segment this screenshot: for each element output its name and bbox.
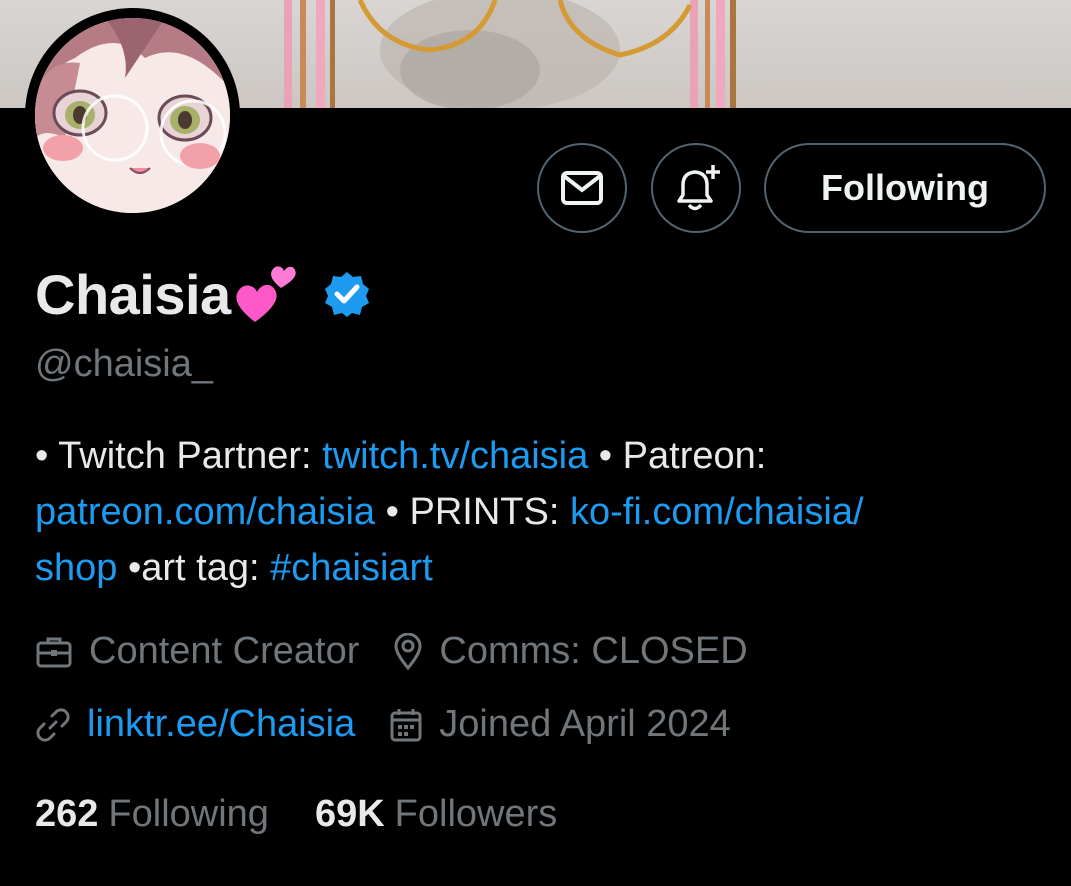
display-name-row: Chaisia	[35, 258, 371, 330]
calendar-icon	[390, 708, 422, 741]
bio-text: •art tag:	[117, 547, 271, 589]
bio-text: • Patreon:	[588, 435, 767, 477]
two-hearts-emoji	[233, 262, 305, 326]
link-icon	[36, 707, 70, 742]
art-hashtag-link[interactable]: #chaisiart	[270, 547, 433, 589]
website-item: linktr.ee/Chaisia	[35, 703, 355, 746]
profile-meta-row: linktr.ee/Chaisia Joined April 2024	[35, 703, 765, 746]
bio: • Twitch Partner: twitch.tv/chaisia • Pa…	[35, 428, 1035, 596]
message-button[interactable]	[537, 143, 627, 233]
verified-badge-icon[interactable]	[323, 270, 371, 318]
category-text: Content Creator	[89, 630, 360, 672]
bell-plus-icon	[677, 165, 720, 211]
envelope-icon	[561, 171, 603, 205]
patreon-link[interactable]: patreon.com/chaisia	[35, 491, 375, 533]
followers-stat-link[interactable]: 69K Followers	[315, 793, 557, 836]
notifications-button[interactable]	[651, 143, 741, 233]
bio-text: • PRINTS:	[375, 491, 570, 533]
handle: @chaisia_	[35, 343, 213, 385]
briefcase-icon	[36, 637, 72, 667]
avatar[interactable]	[25, 8, 240, 223]
category-item: Content Creator	[35, 630, 359, 673]
follow-stats: 262 Following 69K Followers	[35, 793, 603, 836]
bio-text: • Twitch Partner:	[35, 435, 323, 477]
twitch-link[interactable]: twitch.tv/chaisia	[322, 435, 588, 477]
website-link[interactable]: linktr.ee/Chaisia	[87, 703, 355, 746]
joined-item: Joined April 2024	[389, 703, 731, 746]
joined-text: Joined April 2024	[439, 703, 731, 745]
location-item: Comms: CLOSED	[393, 630, 748, 673]
following-stat-link[interactable]: 262 Following	[35, 793, 269, 836]
followers-label: Followers	[394, 793, 558, 835]
avatar-image	[35, 18, 230, 213]
followers-count: 69K	[314, 793, 385, 835]
location-text: Comms: CLOSED	[439, 630, 748, 672]
following-label: Following	[108, 793, 269, 835]
location-pin-icon	[394, 632, 422, 670]
following-count: 262	[35, 793, 99, 835]
profile-meta-row: Content Creator Comms: CLOSED	[35, 630, 782, 673]
display-name: Chaisia	[35, 262, 231, 326]
following-button[interactable]: Following	[764, 143, 1046, 233]
